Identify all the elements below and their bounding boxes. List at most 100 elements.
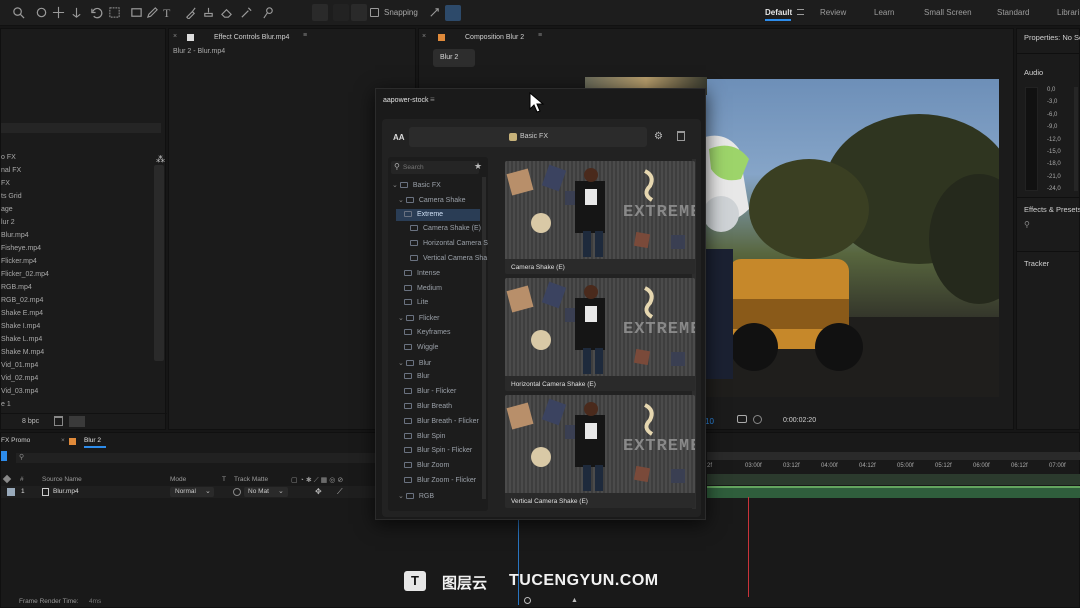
project-item[interactable]: Blur.mp4 — [1, 232, 29, 239]
settings-gear-icon[interactable]: ⚙ — [654, 131, 663, 142]
category-selector[interactable]: Basic FX — [409, 127, 647, 147]
project-item[interactable]: age — [1, 206, 13, 213]
trash-icon[interactable] — [54, 416, 63, 426]
align-button[interactable] — [312, 4, 328, 21]
tree-item[interactable]: Blur — [404, 373, 429, 380]
switches-icons[interactable]: ▢◔✱⟋▦◎⊘ — [291, 476, 371, 484]
workspace-tab-default[interactable]: Default — [765, 8, 792, 17]
chevron-down-icon[interactable]: ⌄ — [398, 197, 406, 204]
tree-item[interactable]: Blur Breath — [404, 403, 452, 410]
tree-item[interactable]: Keyframes — [404, 329, 450, 336]
preset-card[interactable]: EXTREME Vertical Camera Shake (E) — [505, 395, 695, 508]
tree-item[interactable]: Blur Breath - Flicker — [404, 417, 479, 425]
preset-card[interactable]: EXTREME Camera Shake (E) — [505, 161, 695, 274]
search-icon[interactable] — [12, 6, 25, 19]
track-matte-dropdown[interactable]: No Mat ⌄ — [244, 487, 288, 497]
chevron-down-icon[interactable]: ⌄ — [398, 493, 406, 500]
project-item[interactable]: Flicker.mp4 — [1, 258, 37, 265]
popup-title[interactable]: aapower-stock — [383, 97, 429, 104]
project-item[interactable]: RGB.mp4 — [1, 284, 32, 291]
tree-item[interactable]: ⌄ Blur — [398, 359, 431, 367]
project-item[interactable]: Shake L.mp4 — [1, 336, 42, 343]
project-item[interactable]: o FX — [1, 154, 16, 161]
project-item[interactable]: e 1 — [1, 401, 11, 408]
distribute-button[interactable] — [333, 4, 349, 21]
tree-item[interactable]: Blur Spin — [404, 432, 445, 440]
layer-track-bar[interactable] — [707, 486, 1080, 498]
timeline-tab-blur2[interactable]: Blur 2 — [84, 437, 101, 444]
favorites-star-icon[interactable]: ★ — [474, 161, 482, 172]
chevron-down-icon[interactable]: ⌄ — [398, 315, 406, 322]
layer-color-label[interactable] — [7, 488, 15, 496]
tree-item[interactable]: Blur Zoom — [404, 462, 449, 469]
anchor-icon[interactable] — [70, 6, 83, 19]
stamp-tool-icon[interactable] — [202, 6, 215, 19]
snap-features-button[interactable] — [445, 5, 461, 21]
project-item[interactable]: ts Grid — [1, 193, 22, 200]
col-mode[interactable]: Mode — [170, 476, 186, 483]
effects-search-icon[interactable]: ⚲ — [1024, 220, 1030, 229]
tree-item[interactable]: Vertical Camera Sha — [410, 255, 487, 262]
workspace-tab-libraries[interactable]: Librari — [1057, 8, 1079, 17]
project-search-bar[interactable] — [1, 123, 161, 133]
workspace-tab-review[interactable]: Review — [820, 8, 846, 17]
playhead-line[interactable] — [748, 497, 749, 597]
timeline-search-input[interactable]: ⚲ — [16, 453, 376, 463]
project-item[interactable]: Shake M.mp4 — [1, 349, 44, 356]
composition-title[interactable]: Composition Blur 2 — [465, 34, 524, 41]
chevron-down-icon[interactable]: ⌄ — [392, 182, 400, 189]
bpc-label[interactable]: 8 bpc — [22, 418, 39, 425]
audio-scrollbar[interactable] — [1074, 87, 1078, 191]
tree-item[interactable]: Extreme — [404, 210, 443, 218]
roto-brush-icon[interactable] — [240, 6, 253, 19]
panel-menu-icon[interactable]: ≡ — [303, 32, 307, 39]
snapshot-icon[interactable] — [737, 415, 747, 423]
project-item[interactable]: FX — [1, 180, 10, 187]
world-axis-button[interactable] — [351, 4, 367, 21]
project-item[interactable]: Flicker_02.mp4 — [1, 271, 49, 278]
composition-viewer-image[interactable] — [669, 79, 999, 397]
tree-item[interactable]: ⌄ Camera Shake — [398, 196, 466, 204]
comp-menu-icon[interactable]: ≡ — [538, 32, 542, 39]
matte-link-icon[interactable] — [233, 488, 241, 496]
tree-item[interactable]: Lite — [404, 299, 428, 306]
project-item[interactable]: Shake I.mp4 — [1, 323, 40, 330]
project-item[interactable]: lur 2 — [1, 219, 15, 226]
tree-item[interactable]: Medium — [404, 284, 442, 292]
workspace-tab-standard[interactable]: Standard — [997, 8, 1029, 17]
project-item[interactable]: Vid_01.mp4 — [1, 362, 38, 369]
popup-menu-icon[interactable]: ≡ — [430, 95, 435, 104]
workspace-tab-small-screen[interactable]: Small Screen — [924, 8, 972, 17]
zoom-slider-handle[interactable] — [524, 597, 531, 604]
layer-transform-icon[interactable]: ✥ — [315, 487, 322, 496]
tree-item[interactable]: Horizontal Camera S — [410, 240, 488, 247]
color-swatch[interactable] — [69, 416, 85, 427]
puppet-pin-icon[interactable] — [262, 6, 275, 19]
timecode[interactable]: 0:00:02:20 — [783, 417, 816, 424]
workspace-menu-icon[interactable] — [797, 9, 804, 15]
text-size-icon[interactable]: AA — [393, 133, 405, 142]
tree-item[interactable]: Camera Shake (E) — [410, 225, 481, 232]
zoom-in-icon[interactable]: ▲ — [571, 597, 578, 604]
tree-item[interactable]: Intense — [404, 269, 440, 277]
type-tool-icon[interactable]: T — [163, 6, 176, 20]
grid-icon[interactable] — [108, 6, 121, 19]
effects-presets-title[interactable]: Effects & Presets — [1024, 205, 1080, 214]
rotate-tool-icon[interactable] — [35, 6, 48, 19]
snap-edges-icon[interactable] — [428, 6, 441, 19]
tree-item[interactable]: Blur - Flicker — [404, 388, 456, 395]
tree-item[interactable]: Blur Spin - Flicker — [404, 447, 472, 454]
undo-icon[interactable] — [90, 6, 103, 19]
audio-title[interactable]: Audio — [1024, 68, 1043, 77]
trash-icon[interactable] — [677, 131, 685, 141]
layer-fx-icon[interactable]: ⟋ — [337, 487, 343, 497]
tree-item[interactable]: Wiggle — [404, 343, 438, 351]
tree-item[interactable]: ⌄ RGB — [398, 492, 434, 500]
project-scrollbar[interactable] — [154, 165, 164, 361]
blend-mode-dropdown[interactable]: Normal ⌄ — [170, 487, 214, 497]
comp-close-icon[interactable]: × — [422, 33, 426, 40]
timeline-tab-fx-promo[interactable]: FX Promo — [1, 437, 30, 444]
panel-close-icon[interactable]: × — [173, 33, 177, 40]
work-area-bar[interactable] — [707, 452, 1080, 460]
layer-row[interactable]: 1 Blur.mp4 Normal ⌄ No Mat ⌄ ✥ ⟋ — [1, 486, 376, 498]
